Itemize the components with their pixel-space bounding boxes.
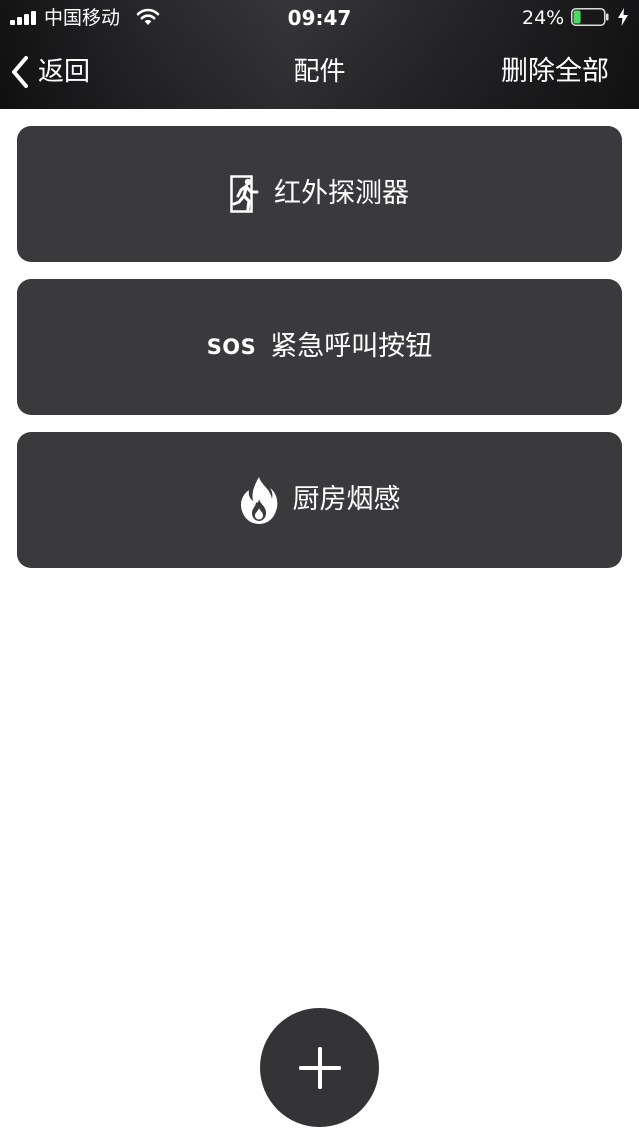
accessory-label: 红外探测器 — [274, 178, 409, 209]
plus-icon — [298, 1046, 341, 1089]
navigation-bar: 返回 配件 删除全部 — [0, 36, 639, 109]
fire-icon — [239, 475, 279, 525]
accessory-item-infrared-detector[interactable]: 红外探测器 — [17, 126, 622, 262]
accessory-item-kitchen-smoke-detector[interactable]: 厨房烟感 — [17, 432, 622, 568]
status-bar: 中国移动 09:47 24% — [0, 0, 639, 36]
accessory-list: 红外探测器 SOS 紧急呼叫按钮 厨房烟感 — [17, 126, 622, 585]
accessory-item-sos-button[interactable]: SOS 紧急呼叫按钮 — [17, 279, 622, 415]
delete-all-button[interactable]: 删除全部 — [501, 52, 609, 92]
accessory-label: 紧急呼叫按钮 — [270, 331, 433, 362]
sos-icon: SOS — [206, 335, 257, 359]
battery-percentage: 24% — [522, 7, 565, 29]
battery-icon — [571, 8, 609, 26]
charging-bolt-icon — [618, 8, 628, 26]
accessory-label: 厨房烟感 — [292, 484, 401, 515]
exit-running-man-icon — [230, 175, 260, 213]
add-accessory-button[interactable] — [260, 1008, 379, 1127]
